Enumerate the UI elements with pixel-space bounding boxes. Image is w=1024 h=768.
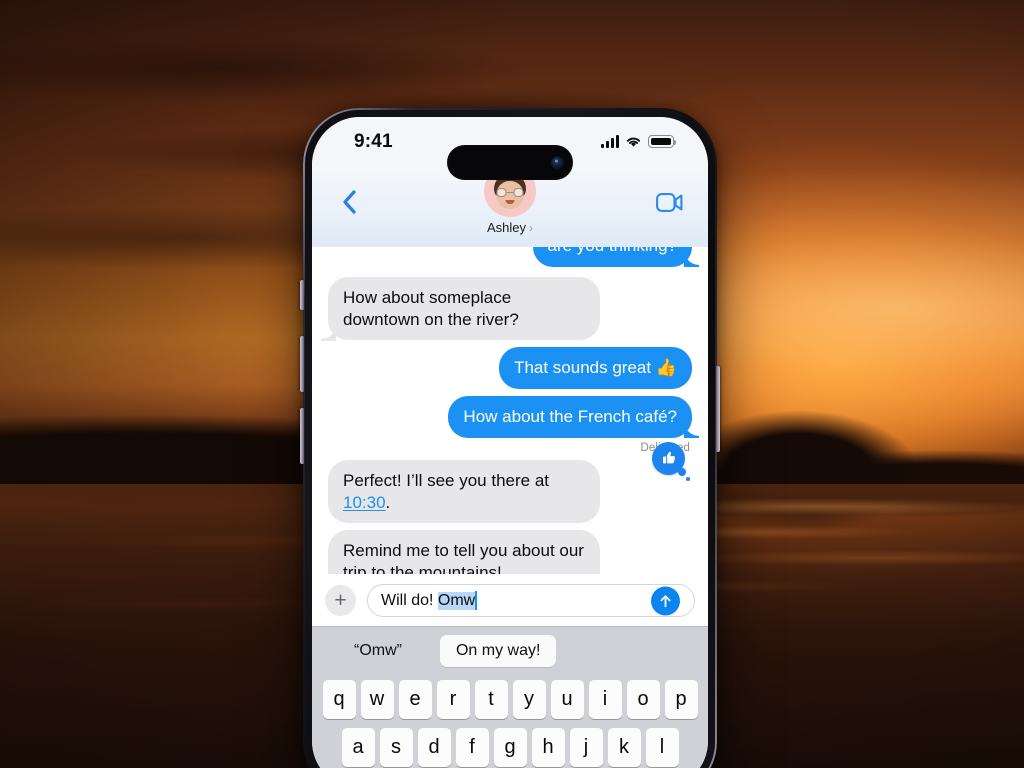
key-r[interactable]: r xyxy=(436,680,470,719)
message-row[interactable]: Perfect! I’ll see you there at 10:30. xyxy=(328,441,692,524)
chevron-right-icon: › xyxy=(529,220,534,235)
predictive-option-quoted[interactable]: “Omw” xyxy=(338,635,418,667)
key-j[interactable]: j xyxy=(569,728,603,767)
back-button[interactable] xyxy=(330,183,368,221)
message-input-bar: + Will do! Omw xyxy=(312,574,708,626)
input-text-selected: Omw xyxy=(437,591,476,610)
tapback-thumbs-up[interactable] xyxy=(652,441,690,481)
key-f[interactable]: f xyxy=(455,728,489,767)
message-bubble-incoming[interactable]: How about someplace downtown on the rive… xyxy=(328,276,600,341)
message-row[interactable]: That sounds great 👍 xyxy=(328,347,692,389)
key-u[interactable]: u xyxy=(550,680,584,719)
chevron-left-icon xyxy=(343,190,356,214)
key-o[interactable]: o xyxy=(626,680,660,719)
silent-switch[interactable] xyxy=(300,280,304,310)
keyboard-row-1: qwertyuiop xyxy=(315,680,705,719)
front-camera-icon xyxy=(551,156,564,169)
dynamic-island[interactable] xyxy=(447,145,573,180)
message-bubble-outgoing[interactable]: That sounds great 👍 xyxy=(499,347,692,389)
scene: 9:41 Ashley › How about someplace downto… xyxy=(0,0,1024,768)
battery-full-icon xyxy=(648,135,677,148)
key-d[interactable]: d xyxy=(417,728,451,767)
video-camera-icon xyxy=(655,192,682,212)
message-thread[interactable]: are you thinking? How about someplace do… xyxy=(312,247,708,574)
status-time: 9:41 xyxy=(354,131,393,152)
volume-down-button[interactable] xyxy=(300,408,304,464)
iphone-device: 9:41 Ashley › How about someplace downto… xyxy=(300,108,720,768)
cellular-signal-icon xyxy=(601,135,619,148)
status-indicators xyxy=(601,135,677,148)
memoji-glasses xyxy=(496,188,524,197)
key-s[interactable]: s xyxy=(379,728,413,767)
message-text: That sounds great xyxy=(514,358,656,378)
message-bubble-outgoing[interactable]: are you thinking? xyxy=(532,247,692,267)
key-y[interactable]: y xyxy=(512,680,546,719)
message-input-field[interactable]: Will do! Omw xyxy=(367,584,695,617)
contact-name-label: Ashley xyxy=(486,220,527,235)
message-row[interactable]: Remind me to tell you about our trip to … xyxy=(328,530,692,574)
side-button[interactable] xyxy=(716,366,720,452)
key-g[interactable]: g xyxy=(493,728,527,767)
message-row[interactable]: How about the French café? xyxy=(328,396,692,438)
key-q[interactable]: q xyxy=(322,680,356,719)
message-text-after: . xyxy=(385,492,391,512)
key-l[interactable]: l xyxy=(645,728,679,767)
conversation-header: Ashley › xyxy=(312,165,708,247)
time-link[interactable]: 10:30 xyxy=(343,493,386,512)
key-i[interactable]: i xyxy=(588,680,622,719)
message-row[interactable]: How about someplace downtown on the rive… xyxy=(328,276,692,341)
tapback-dot-small xyxy=(686,476,690,481)
keyboard-row-2: asdfghjkl xyxy=(315,728,705,767)
key-k[interactable]: k xyxy=(607,728,641,767)
volume-up-button[interactable] xyxy=(300,336,304,392)
message-bubble-outgoing[interactable]: How about the French café? xyxy=(448,396,692,438)
input-text-plain: Will do! xyxy=(381,591,438,609)
key-w[interactable]: w xyxy=(360,680,394,719)
on-screen-keyboard: qwertyuiop asdfghjkl xyxy=(312,674,708,768)
input-bar-wrap: + Will do! Omw xyxy=(325,584,695,617)
plus-icon[interactable]: + xyxy=(325,585,356,616)
thumbs-up-emoji: 👍 xyxy=(655,358,677,378)
key-h[interactable]: h xyxy=(531,728,565,767)
key-t[interactable]: t xyxy=(474,680,508,719)
tapback-dot-large xyxy=(678,467,686,476)
delivery-status: Delivered xyxy=(328,442,690,454)
key-p[interactable]: p xyxy=(664,680,698,719)
send-button[interactable] xyxy=(651,586,680,615)
key-e[interactable]: e xyxy=(398,680,432,719)
predictive-option-suggestion[interactable]: On my way! xyxy=(439,634,557,667)
send-arrow-up-icon xyxy=(660,594,671,607)
text-caret xyxy=(475,591,478,610)
phone-screen: 9:41 Ashley › How about someplace downto… xyxy=(312,117,708,768)
wifi-icon xyxy=(626,137,641,147)
thumbs-up-icon xyxy=(662,451,675,464)
message-text-before: Perfect! I’ll see you there at xyxy=(343,470,549,490)
message-bubble-incoming[interactable]: Remind me to tell you about our trip to … xyxy=(328,530,600,574)
key-a[interactable]: a xyxy=(341,728,375,767)
message-bubble-incoming[interactable]: Perfect! I’ll see you there at 10:30. xyxy=(328,459,600,524)
contact-name-row: Ashley › xyxy=(487,220,533,235)
message-row[interactable]: are you thinking? xyxy=(328,247,692,267)
predictive-text-bar: “Omw” On my way! xyxy=(312,626,708,674)
facetime-video-button[interactable] xyxy=(652,185,686,219)
